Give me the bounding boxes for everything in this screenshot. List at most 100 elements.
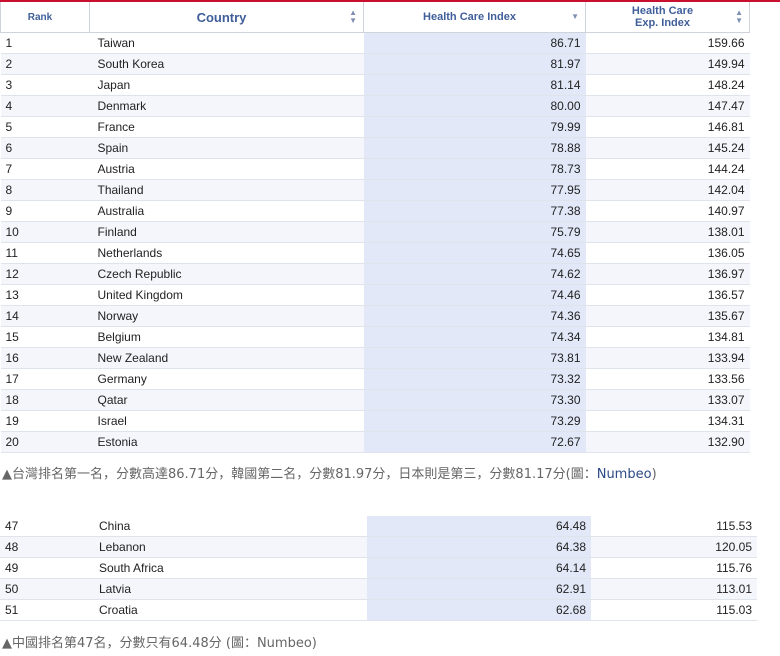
table-row: 2 South Korea 81.97 149.94 — [0, 53, 750, 75]
country-cell: Croatia — [91, 599, 367, 621]
sort-arrows-icon[interactable]: ▲ ▼ — [349, 9, 357, 25]
rank-cell: 15 — [0, 326, 90, 348]
health-care-exp-index-cell: 148.24 — [585, 74, 750, 96]
health-care-exp-index-cell: 133.07 — [585, 389, 750, 411]
health-care-index-column-header[interactable]: Health Care Index ▼ — [363, 2, 586, 33]
health-care-exp-index-cell: 149.94 — [585, 53, 750, 75]
country-cell: Denmark — [89, 95, 364, 117]
health-care-index-cell: 74.34 — [363, 326, 586, 348]
health-care-index-cell: 64.14 — [367, 557, 591, 579]
health-care-exp-index-cell: 136.05 — [585, 242, 750, 264]
table-row: 17 Germany 73.32 133.56 — [0, 368, 750, 390]
caption-top-end: ) — [651, 467, 657, 482]
table-row: 5 France 79.99 146.81 — [0, 116, 750, 138]
health-care-exp-index-cell: 147.47 — [585, 95, 750, 117]
health-care-exp-header-line1: Health Care — [631, 5, 694, 17]
table-row: 16 New Zealand 73.81 133.94 — [0, 347, 750, 369]
health-care-index-cell: 73.30 — [363, 389, 586, 411]
rank-cell: 5 — [0, 116, 90, 138]
sort-desc-icon[interactable]: ▼ — [571, 13, 579, 21]
health-care-exp-index-cell: 146.81 — [585, 116, 750, 138]
country-cell: South Korea — [89, 53, 364, 75]
health-care-exp-index-cell: 133.94 — [585, 347, 750, 369]
health-care-index-cell: 74.65 — [363, 242, 586, 264]
rank-cell: 16 — [0, 347, 90, 369]
country-cell: Austria — [89, 158, 364, 180]
health-care-index-cell: 72.67 — [363, 431, 586, 453]
health-care-index-cell: 74.62 — [363, 263, 586, 285]
health-care-exp-index-cell: 134.31 — [585, 410, 750, 432]
rank-cell: 7 — [0, 158, 90, 180]
table-row: 4 Denmark 80.00 147.47 — [0, 95, 750, 117]
country-cell: Germany — [89, 368, 364, 390]
table-row: 11 Netherlands 74.65 136.05 — [0, 242, 750, 264]
health-care-index-cell: 79.99 — [363, 116, 586, 138]
health-care-exp-index-cell: 134.81 — [585, 326, 750, 348]
table-row: 47 China 64.48 115.53 — [0, 516, 757, 537]
sort-arrows-icon[interactable]: ▲ ▼ — [735, 9, 743, 25]
rank-header-label: Rank — [27, 11, 53, 23]
health-care-exp-index-cell: 138.01 — [585, 221, 750, 243]
country-column-header[interactable]: Country ▲ ▼ — [89, 2, 364, 33]
rank-cell: 48 — [0, 536, 91, 558]
health-care-exp-index-cell: 159.66 — [585, 32, 750, 54]
rank-cell: 20 — [0, 431, 90, 453]
health-care-exp-index-cell: 140.97 — [585, 200, 750, 222]
caption-bottom: ▲中國排名第47名，分數只有64.48分 (圖：Numbeo) — [2, 636, 317, 651]
country-cell: Netherlands — [89, 242, 364, 264]
health-care-index-cell: 64.48 — [367, 516, 591, 537]
table-row: 12 Czech Republic 74.62 136.97 — [0, 263, 750, 285]
caption-top: ▲台灣排名第一名，分數高達86.71分，韓國第二名，分數81.97分，日本則是第… — [2, 463, 657, 482]
table-row: 50 Latvia 62.91 113.01 — [0, 578, 757, 600]
health-care-index-cell: 73.32 — [363, 368, 586, 390]
health-care-index-cell: 80.00 — [363, 95, 586, 117]
rank-cell: 47 — [0, 516, 91, 537]
rank-cell: 17 — [0, 368, 90, 390]
health-care-index-cell: 78.73 — [363, 158, 586, 180]
health-care-index-cell: 62.68 — [367, 599, 591, 621]
country-cell: Latvia — [91, 578, 367, 600]
health-care-index-cell: 74.46 — [363, 284, 586, 306]
health-care-index-cell: 73.29 — [363, 410, 586, 432]
country-cell: South Africa — [91, 557, 367, 579]
table-row: 20 Estonia 72.67 132.90 — [0, 431, 750, 453]
table-row: 6 Spain 78.88 145.24 — [0, 137, 750, 159]
country-cell: Finland — [89, 221, 364, 243]
rank-cell: 50 — [0, 578, 91, 600]
health-care-index-cell: 86.71 — [363, 32, 586, 54]
rank-cell: 18 — [0, 389, 90, 411]
health-care-exp-index-cell: 145.24 — [585, 137, 750, 159]
rank-cell: 8 — [0, 179, 90, 201]
health-care-exp-index-cell: 136.97 — [585, 263, 750, 285]
table-row: 18 Qatar 73.30 133.07 — [0, 389, 750, 411]
rank-cell: 2 — [0, 53, 90, 75]
table-row: 8 Thailand 77.95 142.04 — [0, 179, 750, 201]
country-cell: Estonia — [89, 431, 364, 453]
country-cell: Czech Republic — [89, 263, 364, 285]
table-row: 13 United Kingdom 74.46 136.57 — [0, 284, 750, 306]
table-row: 1 Taiwan 86.71 159.66 — [0, 32, 750, 54]
health-care-exp-index-cell: 115.53 — [591, 516, 757, 537]
country-cell: Norway — [89, 305, 364, 327]
country-header-label: Country — [196, 9, 247, 25]
source-link[interactable]: Numbeo — [597, 467, 652, 482]
health-care-exp-index-cell: 113.01 — [591, 578, 757, 600]
table-header-row: Rank Country ▲ ▼ Health Care Index ▼ Heal… — [0, 2, 750, 33]
rank-cell: 3 — [0, 74, 90, 96]
country-cell: Israel — [89, 410, 364, 432]
rank-cell: 10 — [0, 221, 90, 243]
country-cell: Taiwan — [89, 32, 364, 54]
health-care-index-cell: 73.81 — [363, 347, 586, 369]
rank-cell: 11 — [0, 242, 90, 264]
rank-column-header[interactable]: Rank — [0, 2, 90, 33]
table-row: 3 Japan 81.14 148.24 — [0, 74, 750, 96]
rank-cell: 12 — [0, 263, 90, 285]
health-care-index-cell: 81.14 — [363, 74, 586, 96]
health-care-index-cell: 62.91 — [367, 578, 591, 600]
health-care-exp-index-cell: 115.03 — [591, 599, 757, 621]
table-row: 48 Lebanon 64.38 120.05 — [0, 536, 757, 558]
table-row: 15 Belgium 74.34 134.81 — [0, 326, 750, 348]
rank-cell: 4 — [0, 95, 90, 117]
health-care-exp-index-column-header[interactable]: Health Care Exp. Index ▲ ▼ — [585, 2, 750, 33]
caption-top-text: ▲台灣排名第一名，分數高達86.71分，韓國第二名，分數81.97分，日本則是第… — [2, 467, 597, 482]
